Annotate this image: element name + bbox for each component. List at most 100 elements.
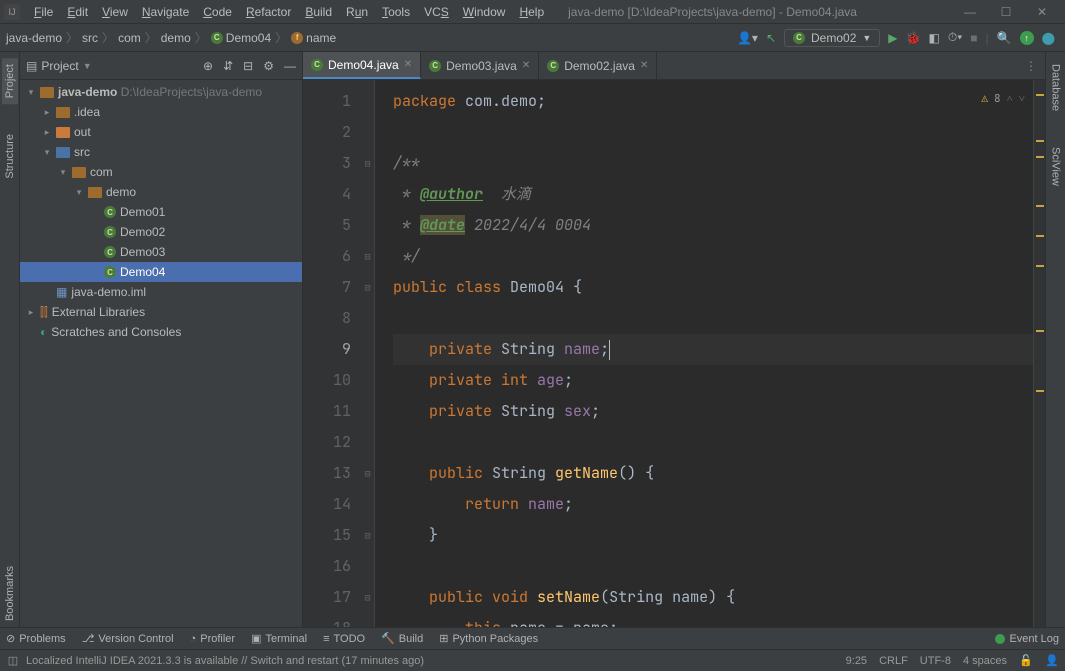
profile-button[interactable]: ⏱▾ xyxy=(948,30,962,45)
crumb-class[interactable]: CDemo04 xyxy=(211,31,271,45)
close-tab-icon[interactable]: ✕ xyxy=(404,59,412,70)
tree-demo03[interactable]: C Demo03 xyxy=(20,242,302,262)
chevron-down-icon[interactable]: ▾ xyxy=(42,147,52,158)
tree-ext-libs[interactable]: ▸ ⫿⫿ External Libraries xyxy=(20,302,302,322)
menu-build[interactable]: Build xyxy=(299,3,338,21)
tree-out[interactable]: ▸ out xyxy=(20,122,302,142)
hide-panel-icon[interactable]: — xyxy=(284,59,296,73)
menu-vcs[interactable]: VCS xyxy=(418,3,455,21)
menu-file[interactable]: File xyxy=(28,3,59,21)
close-button[interactable]: ✕ xyxy=(1031,5,1053,19)
tool-bookmarks-tab[interactable]: Bookmarks xyxy=(2,560,18,627)
tabs-more-icon[interactable]: ⋮ xyxy=(1017,52,1045,79)
run-button[interactable]: ▶ xyxy=(888,31,897,45)
file-encoding[interactable]: UTF-8 xyxy=(920,655,951,667)
collapse-all-icon[interactable]: ⊟ xyxy=(243,59,253,73)
readonly-lock-icon[interactable]: 🔓 xyxy=(1019,654,1033,668)
tool-database-tab[interactable]: Database xyxy=(1048,58,1064,117)
project-view-selector[interactable]: ▤ Project ▼ xyxy=(26,59,197,73)
update-button[interactable]: ↑ xyxy=(1020,31,1034,45)
breadcrumb: java-demo 〉 src 〉 com 〉 demo 〉 CDemo04 〉… xyxy=(6,29,336,46)
tree-label: Scratches and Consoles xyxy=(51,325,181,339)
tab-demo02[interactable]: C Demo02.java ✕ xyxy=(539,52,657,79)
tree-demo[interactable]: ▾ demo xyxy=(20,182,302,202)
chevron-right-icon[interactable]: ▸ xyxy=(26,307,36,318)
code-content[interactable]: ⚠ 8 ˄ ˅ package com.demo; /** * @author … xyxy=(375,80,1033,627)
add-config-icon[interactable]: 👤▾ xyxy=(737,31,758,45)
ide-scripting-icon[interactable]: ⬤ xyxy=(1042,31,1055,45)
select-opened-file-icon[interactable]: ⊕ xyxy=(203,59,213,73)
crumb-field[interactable]: fname xyxy=(291,31,336,45)
tree-demo01[interactable]: C Demo01 xyxy=(20,202,302,222)
tree-idea[interactable]: ▸ .idea xyxy=(20,102,302,122)
run-config-selector[interactable]: C Demo02 ▼ xyxy=(784,29,880,47)
crumb-demo[interactable]: demo xyxy=(161,31,191,45)
build-hammer-icon[interactable]: ↖ xyxy=(766,31,776,45)
menu-window[interactable]: Window xyxy=(457,3,512,21)
chevron-up-icon[interactable]: ˄ xyxy=(1007,84,1013,115)
tab-demo04[interactable]: C Demo04.java ✕ xyxy=(303,52,421,79)
tree-root[interactable]: ▾ java-demo D:\IdeaProjects\java-demo xyxy=(20,82,302,102)
coverage-button[interactable]: ◧ xyxy=(928,31,939,45)
settings-gear-icon[interactable]: ⚙ xyxy=(263,59,274,73)
tool-todo[interactable]: ≡TODO xyxy=(323,633,365,645)
tool-build[interactable]: 🔨Build xyxy=(381,632,423,645)
minimize-button[interactable]: — xyxy=(959,5,981,19)
debug-button[interactable]: 🐞 xyxy=(906,31,921,45)
indent-info[interactable]: 4 spaces xyxy=(963,655,1007,667)
tool-structure-tab[interactable]: Structure xyxy=(2,128,18,185)
code-editor[interactable]: 123456789101112131415161718 ⊟ ⊟⊟ ⊟ ⊟ ⊟ ⚠… xyxy=(303,80,1045,627)
caret-position[interactable]: 9:25 xyxy=(846,655,867,667)
tool-window-quick-access-icon[interactable]: ◫ xyxy=(6,654,20,668)
close-tab-icon[interactable]: ✕ xyxy=(640,60,648,71)
line-number-gutter[interactable]: 123456789101112131415161718 xyxy=(303,80,361,627)
tree-iml[interactable]: ▦ java-demo.iml xyxy=(20,282,302,302)
chevron-down-icon[interactable]: ▾ xyxy=(26,87,36,98)
chevron-right-icon[interactable]: ▸ xyxy=(42,107,52,118)
crumb-com[interactable]: com xyxy=(118,31,141,45)
menu-run[interactable]: Run xyxy=(340,3,374,21)
tree-demo04[interactable]: C Demo04 xyxy=(20,262,302,282)
tree-demo02[interactable]: C Demo02 xyxy=(20,222,302,242)
status-message[interactable]: ◫ Localized IntelliJ IDEA 2021.3.3 is av… xyxy=(6,654,846,668)
tool-profiler[interactable]: ◔Profiler xyxy=(190,633,236,645)
chevron-down-icon[interactable]: ˅ xyxy=(1019,84,1025,115)
tool-version-control[interactable]: ⎇Version Control xyxy=(82,632,174,645)
menu-refactor[interactable]: Refactor xyxy=(240,3,297,21)
tool-project-tab[interactable]: Project xyxy=(2,58,18,104)
tool-problems[interactable]: ⊘Problems xyxy=(6,632,66,645)
tool-terminal[interactable]: ▣Terminal xyxy=(251,632,307,645)
menu-navigate[interactable]: Navigate xyxy=(136,3,195,21)
crumb-root[interactable]: java-demo xyxy=(6,31,62,45)
memory-indicator-icon[interactable]: 👤 xyxy=(1045,654,1059,668)
project-tree[interactable]: ▾ java-demo D:\IdeaProjects\java-demo ▸ … xyxy=(20,80,302,627)
chevron-down-icon[interactable]: ▾ xyxy=(58,167,68,178)
fold-gutter[interactable]: ⊟ ⊟⊟ ⊟ ⊟ ⊟ xyxy=(361,80,375,627)
chevron-down-icon: ▼ xyxy=(83,61,92,71)
tab-demo03[interactable]: C Demo03.java ✕ xyxy=(421,52,539,79)
tool-python-packages[interactable]: ⊞Python Packages xyxy=(439,632,538,645)
close-tab-icon[interactable]: ✕ xyxy=(522,60,530,71)
chevron-right-icon[interactable]: ▸ xyxy=(42,127,52,138)
menu-tools[interactable]: Tools xyxy=(376,3,416,21)
tree-label: com xyxy=(90,165,113,179)
menu-view[interactable]: View xyxy=(96,3,134,21)
menu-edit[interactable]: Edit xyxy=(61,3,94,21)
expand-all-icon[interactable]: ⇵ xyxy=(223,59,233,73)
stop-button[interactable]: ■ xyxy=(970,31,977,45)
menu-code[interactable]: Code xyxy=(197,3,238,21)
crumb-src[interactable]: src xyxy=(82,31,98,45)
tree-src[interactable]: ▾ src xyxy=(20,142,302,162)
tool-sciview-tab[interactable]: SciView xyxy=(1048,141,1064,192)
maximize-button[interactable]: ☐ xyxy=(995,5,1017,19)
search-everywhere-button[interactable]: 🔍 xyxy=(997,31,1012,45)
line-separator[interactable]: CRLF xyxy=(879,655,908,667)
tree-scratches[interactable]: ◐ Scratches and Consoles xyxy=(20,322,302,342)
menu-help[interactable]: Help xyxy=(513,3,550,21)
tool-event-log[interactable]: Event Log xyxy=(995,633,1059,645)
error-stripe[interactable] xyxy=(1033,80,1045,627)
chevron-down-icon[interactable]: ▾ xyxy=(74,187,84,198)
inspections-widget[interactable]: ⚠ 8 ˄ ˅ xyxy=(981,84,1025,115)
tree-com[interactable]: ▾ com xyxy=(20,162,302,182)
tree-label: out xyxy=(74,125,91,139)
